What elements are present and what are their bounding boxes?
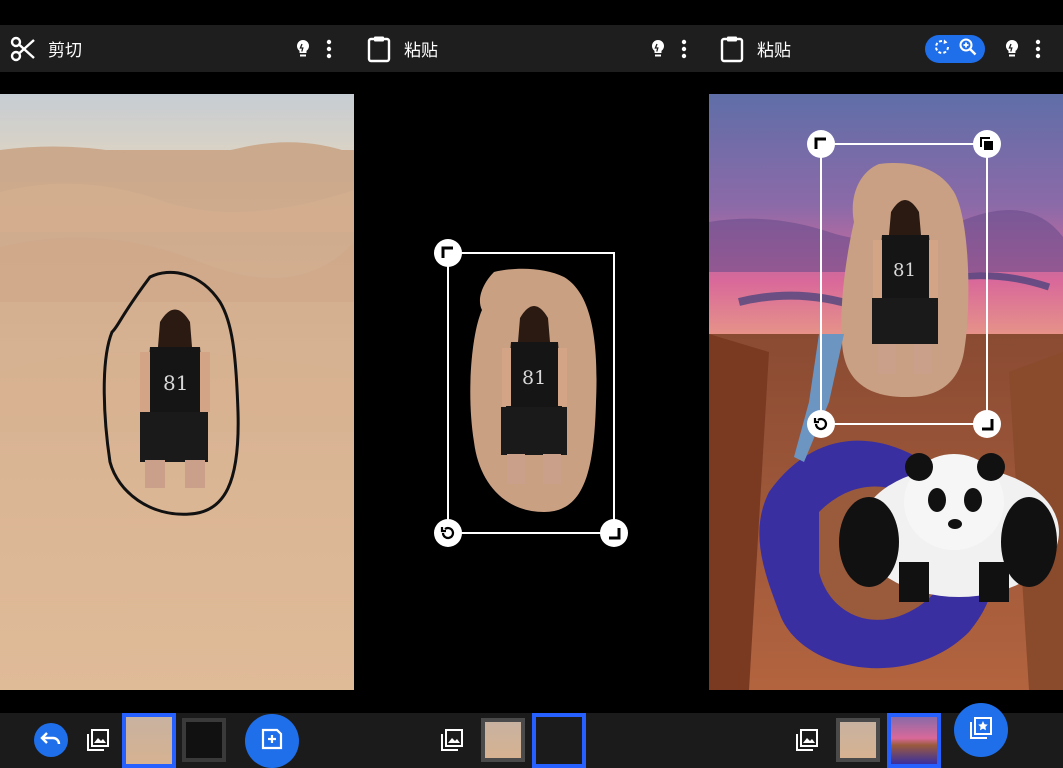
scissors-icon — [10, 36, 36, 62]
save-star-icon — [969, 716, 993, 744]
thumbnail-desert-selected[interactable] — [122, 713, 176, 768]
clipboard-icon — [366, 36, 392, 62]
corner-handle-icon[interactable] — [807, 130, 835, 158]
more-vert-icon[interactable] — [671, 36, 697, 62]
resize-handle-icon[interactable] — [600, 519, 628, 547]
thumbnail-empty-selected[interactable] — [532, 713, 586, 768]
thumbnail-desert[interactable] — [481, 718, 525, 762]
rotate-icon[interactable] — [932, 37, 952, 61]
paste-bottom-bar — [354, 713, 709, 768]
lightbulb-icon[interactable] — [645, 36, 671, 62]
thumbnail-empty[interactable] — [182, 718, 226, 762]
image-gallery-icon[interactable] — [440, 728, 464, 756]
cutout-preview: 81 — [447, 252, 615, 534]
panel-title: 粘贴 — [757, 41, 791, 61]
cut-canvas[interactable]: 81 — [0, 72, 354, 713]
add-sticker-icon — [259, 726, 285, 756]
paste-canvas[interactable]: 81 — [354, 72, 709, 713]
cut-bottom-bar — [0, 713, 354, 768]
panel-title: 剪切 — [48, 41, 82, 61]
duplicate-handle-icon[interactable] — [973, 130, 1001, 158]
corner-handle-icon[interactable] — [434, 239, 462, 267]
status-strip — [0, 0, 1063, 25]
svg-text:81: 81 — [163, 371, 188, 395]
rotate-handle-icon[interactable] — [434, 519, 462, 547]
image-gallery-icon[interactable] — [795, 728, 819, 756]
composite-bottom-bar — [709, 703, 1063, 768]
composite-canvas[interactable]: 81 — [709, 72, 1063, 713]
svg-text:81: 81 — [893, 260, 916, 281]
save-button[interactable] — [954, 703, 1008, 757]
more-vert-icon[interactable] — [1025, 36, 1051, 62]
image-gallery-icon[interactable] — [86, 728, 110, 756]
clipboard-icon — [719, 36, 745, 62]
undo-button[interactable] — [34, 723, 68, 757]
rotate-zoom-toggle[interactable] — [925, 34, 985, 63]
more-vert-icon[interactable] — [316, 36, 342, 62]
svg-text:81: 81 — [522, 367, 546, 389]
desert-photo: 81 — [0, 72, 354, 713]
thumbnail-desert[interactable] — [836, 718, 880, 762]
zoom-in-icon[interactable] — [958, 37, 978, 61]
rotate-handle-icon[interactable] — [807, 410, 835, 438]
panel-title: 粘贴 — [404, 41, 438, 61]
thumbnail-canyon-selected[interactable] — [887, 713, 941, 768]
lightbulb-icon[interactable] — [999, 36, 1025, 62]
cut-toolbar: 剪切 — [0, 25, 354, 72]
resize-handle-icon[interactable] — [973, 410, 1001, 438]
undo-icon — [40, 729, 62, 751]
add-sticker-button[interactable] — [245, 714, 299, 768]
paste-toolbar-result: 粘贴 — [709, 25, 1063, 72]
canyon-composite-photo: 81 — [709, 72, 1063, 713]
paste-toolbar: 粘贴 — [354, 25, 709, 72]
lightbulb-icon[interactable] — [290, 36, 316, 62]
